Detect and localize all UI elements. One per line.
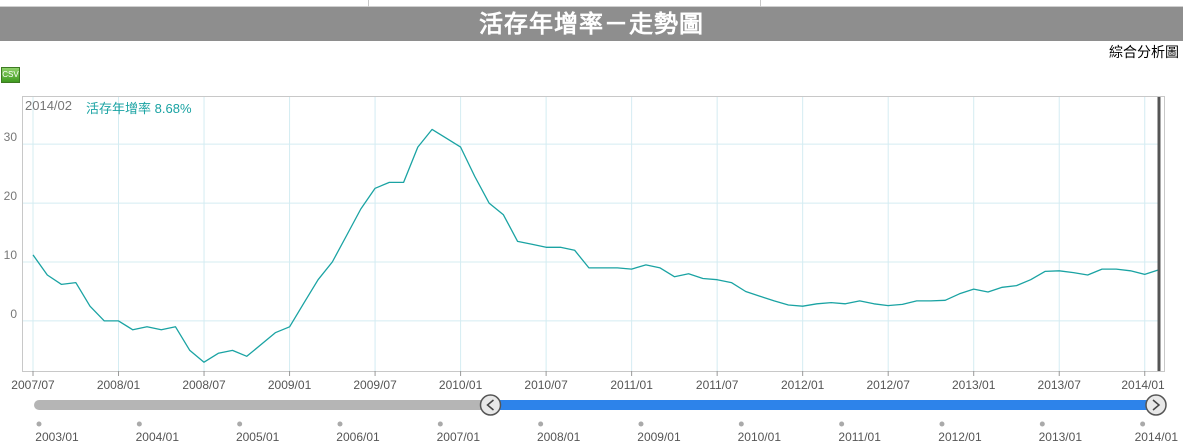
x-tick-label: 2008/07: [182, 378, 226, 392]
tooltip-series-name: 活存年增率: [86, 101, 152, 116]
navigator-dot: [939, 421, 945, 427]
tooltip-value: 8.68%: [154, 101, 192, 116]
navigator-track[interactable]: [34, 400, 491, 410]
navigator-dot: [36, 421, 42, 427]
navigator-dot: [738, 421, 744, 427]
x-tick-label: 2010/01: [439, 378, 483, 392]
navigator-right-handle[interactable]: [1145, 394, 1167, 416]
x-tick-label: 2013/01: [952, 378, 996, 392]
navigator-label: 2014/01: [1135, 430, 1179, 444]
x-tick-label: 2012/07: [866, 378, 910, 392]
navigator-left-handle[interactable]: [479, 394, 502, 416]
y-tick-label: 10: [4, 248, 18, 262]
x-tick-label: 2008/01: [97, 378, 141, 392]
y-tick-label: 30: [4, 130, 18, 144]
x-tick-label: 2010/07: [524, 378, 568, 392]
tooltip-series: 活存年增率 8.68%: [86, 98, 192, 117]
navigator-dot: [437, 421, 443, 427]
x-tick-label: 2014/01: [1121, 378, 1165, 392]
navigator-label: 2009/01: [637, 430, 681, 444]
navigator-dot: [638, 421, 644, 427]
line-chart: 2007/07 2008/01 2008/07 2009/01 2009/07 2010/…: [4, 97, 1179, 444]
x-tick-label: 2009/07: [353, 378, 397, 392]
x-tick-label: 2007/07: [11, 378, 55, 392]
x-tick-label: 2011/07: [696, 378, 739, 392]
navigator-label: 2013/01: [1039, 430, 1083, 444]
navigator-label: 2008/01: [537, 430, 581, 444]
x-tick-label: 2009/01: [268, 378, 312, 392]
navigator-label: 2010/01: [738, 430, 782, 444]
navigator-dot: [1140, 421, 1146, 427]
handle-circle[interactable]: [479, 394, 502, 416]
handle-circle[interactable]: [1145, 394, 1167, 416]
navigator-dot: [337, 421, 343, 427]
tooltip-date: 2014/02: [25, 98, 72, 113]
navigator-dot: [136, 421, 142, 427]
y-tick-label: 20: [4, 189, 18, 203]
navigator-dot: [839, 421, 845, 427]
x-tick-label: 2013/07: [1038, 378, 1082, 392]
navigator-label: 2007/01: [437, 430, 481, 444]
navigator-label: 2006/01: [336, 430, 380, 444]
navigator-label: 2003/01: [35, 430, 79, 444]
series-line: [32, 128, 1160, 363]
navigator-label: 2005/01: [236, 430, 280, 444]
navigator-label: 2012/01: [938, 430, 982, 444]
navigator-dot: [237, 421, 243, 427]
navigator-dot: [538, 421, 544, 427]
y-tick-label: 0: [10, 307, 17, 321]
x-tick-label: 2012/01: [781, 378, 825, 392]
navigator-selected-range[interactable]: [490, 400, 1156, 410]
navigator-dot: [1039, 421, 1045, 427]
navigator-label: 2011/01: [838, 430, 881, 444]
x-tick-label: 2011/01: [610, 378, 653, 392]
navigator-label: 2004/01: [136, 430, 180, 444]
